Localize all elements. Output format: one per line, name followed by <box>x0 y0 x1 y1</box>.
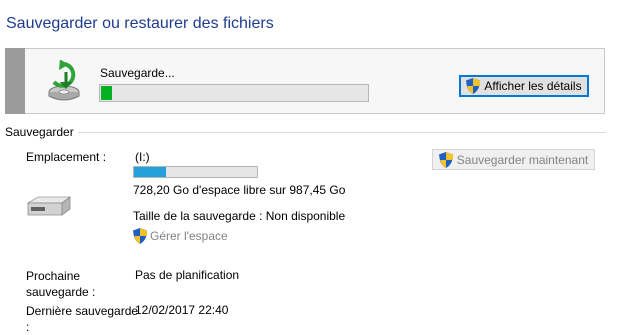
uac-shield-icon <box>466 78 481 94</box>
status-panel-accent-bar <box>5 48 25 114</box>
progress-bar-fill <box>101 86 112 100</box>
last-backup-label-line2: : <box>26 320 30 334</box>
drive-icon <box>26 196 72 216</box>
location-value: (I:) <box>135 150 150 164</box>
show-details-button[interactable]: Afficher les détails <box>459 75 589 97</box>
disk-usage-bar <box>133 166 258 178</box>
last-backup-label-line1: Dernière sauvegarde <box>26 304 139 318</box>
uac-shield-icon <box>133 228 147 244</box>
backup-now-label: Sauvegarder maintenant <box>456 152 589 167</box>
manage-space-label: Gérer l'espace <box>150 229 228 243</box>
backup-progress-bar <box>99 84 369 102</box>
show-details-label: Afficher les détails <box>484 79 582 93</box>
next-backup-label: Prochaine sauvegarde : <box>26 268 95 300</box>
section-title-backup: Sauvegarder <box>5 125 74 139</box>
backup-size: Taille de la sauvegarde : Non disponible <box>133 209 346 223</box>
next-backup-value: Pas de planification <box>135 268 240 282</box>
backup-now-button[interactable]: Sauvegarder maintenant <box>432 149 595 170</box>
next-backup-label-line1: Prochaine <box>26 269 81 283</box>
next-backup-label-line2: sauvegarde : <box>26 285 96 299</box>
last-backup-label: Dernière sauvegarde : <box>26 303 138 335</box>
manage-space-link[interactable]: Gérer l'espace <box>133 228 228 244</box>
page-title: Sauvegarder ou restaurer des fichiers <box>6 15 274 32</box>
disk-usage-fill <box>134 167 166 177</box>
backup-sync-icon <box>48 60 80 101</box>
last-backup-value: 12/02/2017 22:40 <box>135 303 229 317</box>
location-label: Emplacement : <box>26 150 107 164</box>
section-divider <box>78 132 606 133</box>
progress-label: Sauvegarde... <box>100 66 175 80</box>
uac-shield-icon <box>438 151 453 168</box>
disk-free-space: 728,20 Go d'espace libre sur 987,45 Go <box>133 183 346 197</box>
